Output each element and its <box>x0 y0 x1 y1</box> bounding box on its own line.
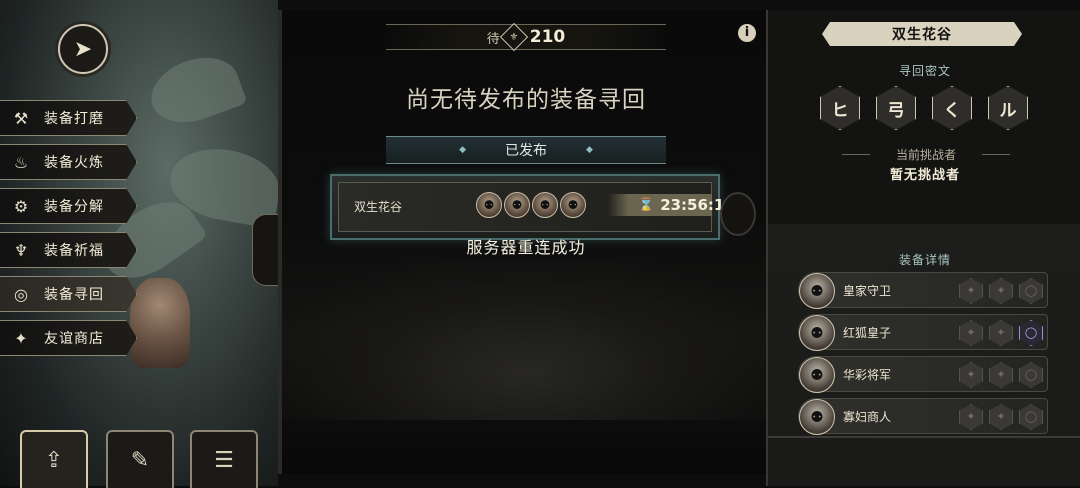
detail-row[interactable]: ⚉ 寡妇商人 ✦ ✦ ◯ <box>798 398 1048 435</box>
published-label: 已发布 <box>505 143 547 159</box>
location-plate: 双生花谷 <box>822 22 1022 46</box>
cipher-rune[interactable]: ヒ <box>820 86 860 130</box>
sword-slot-icon[interactable]: ✦ <box>959 278 983 304</box>
flame-icon: ♨ <box>13 152 29 172</box>
side-menu: ⚒ 装备打磨 ♨ 装备火炼 ⚙ 装备分解 ♆ 装备祈福 ◎ 装备寻回 ✦ 友谊商… <box>0 100 140 364</box>
sword-slot-icon[interactable]: ✦ <box>959 362 983 388</box>
character-avatar: ⚉ <box>799 273 835 309</box>
armor-slot-icon[interactable]: ✦ <box>989 278 1013 304</box>
character-avatar: ⚉ <box>560 192 586 218</box>
menu-item-label: 装备寻回 <box>44 287 104 303</box>
menu-item-label: 友谊商店 <box>44 331 104 347</box>
ring-slot-icon[interactable]: ◯ <box>1019 404 1043 430</box>
retrieve-icon: ◎ <box>14 284 28 304</box>
cipher-rune[interactable]: ル <box>988 86 1028 130</box>
back-arrow-icon: ➤ <box>73 36 93 62</box>
pool-label: 待 <box>486 31 500 47</box>
cipher-rune[interactable]: 弓 <box>876 86 916 130</box>
menu-item-label: 装备打磨 <box>44 111 104 127</box>
detail-row[interactable]: ⚉ 皇家守卫 ✦ ✦ ◯ <box>798 272 1048 309</box>
upload-button[interactable]: ⇪ <box>20 430 88 488</box>
panel-divider <box>768 436 1080 438</box>
menu-item-label: 装备火炼 <box>44 155 104 171</box>
quest-location: 双生花谷 <box>354 200 403 214</box>
sword-slot-icon[interactable]: ✦ <box>959 320 983 346</box>
menu-item-pray[interactable]: ♆ 装备祈福 <box>0 232 137 268</box>
sword-slot-icon[interactable]: ✦ <box>959 404 983 430</box>
menu-item-retrieve[interactable]: ◎ 装备寻回 <box>0 276 137 312</box>
right-panel: 双生花谷 寻回密文 ヒ 弓 く ル 当前挑战者 暂无挑战者 装备详情 ⚉ 皇家守… <box>766 10 1080 486</box>
character-name: 华彩将军 <box>843 368 892 382</box>
quest-avatars: ⚉ ⚉ ⚉ ⚉ <box>476 192 588 218</box>
toast-message: 服务器重连成功 <box>466 238 586 257</box>
list-icon: ☰ <box>214 447 234 473</box>
menu-item-polish[interactable]: ⚒ 装备打磨 <box>0 100 137 136</box>
menu-item-shop[interactable]: ✦ 友谊商店 <box>0 320 137 356</box>
location-title: 双生花谷 <box>892 27 952 43</box>
side-tab-handle[interactable] <box>252 214 281 286</box>
pool-value: 210 <box>529 27 566 47</box>
character-name: 红狐皇子 <box>843 326 892 340</box>
leaf-decoration <box>142 46 248 134</box>
character-avatar: ⚉ <box>799 357 835 393</box>
ring-slot-icon[interactable]: ◯ <box>1019 362 1043 388</box>
center-panel: 待 ⚜ 210 i 尚无待发布的装备寻回 ◆ 已发布 ◆ 双生花谷 ⚉ ⚉ ⚉ … <box>278 10 774 474</box>
info-button[interactable]: i <box>738 24 756 42</box>
armor-slot-icon[interactable]: ✦ <box>989 320 1013 346</box>
decompose-icon: ⚙ <box>13 196 29 216</box>
detail-row[interactable]: ⚉ 红狐皇子 ✦ ✦ ◯ <box>798 314 1048 351</box>
character-avatar: ⚉ <box>532 192 558 218</box>
challenger-title: 当前挑战者 <box>842 146 1010 163</box>
details-list: ⚉ 皇家守卫 ✦ ✦ ◯ ⚉ 红狐皇子 ✦ ✦ ◯ ⚉ 华彩将军 ✦ ✦ ◯ ⚉… <box>798 272 1048 440</box>
menu-item-label: 装备分解 <box>44 199 104 215</box>
feather-button[interactable]: ✎ <box>106 430 174 488</box>
challenger-value: 暂无挑战者 <box>889 168 960 183</box>
hammer-icon: ⚒ <box>13 108 29 128</box>
ring-slot-icon[interactable]: ◯ <box>1019 320 1043 346</box>
character-name: 皇家守卫 <box>843 284 892 298</box>
quest-timer: ⌛ 23:56:15 <box>608 194 735 216</box>
character-avatar: ⚉ <box>504 192 530 218</box>
menu-item-forge[interactable]: ♨ 装备火炼 <box>0 144 137 180</box>
character-avatar: ⚉ <box>799 315 835 351</box>
cipher-title: 寻回密文 <box>898 64 951 78</box>
upload-icon: ⇪ <box>44 447 64 473</box>
character-avatar: ⚉ <box>476 192 502 218</box>
feather-icon: ✎ <box>130 447 150 473</box>
details-title: 装备详情 <box>898 253 951 267</box>
character-name: 寡妇商人 <box>843 410 892 424</box>
diamond-icon: ◆ <box>459 145 466 155</box>
empty-message: 尚无待发布的装备寻回 <box>406 87 646 113</box>
back-button[interactable]: ➤ <box>58 24 108 74</box>
emblem-decoration <box>720 192 756 236</box>
diamond-icon: ◆ <box>586 145 593 155</box>
fox-icon: ✦ <box>14 328 28 348</box>
armor-slot-icon[interactable]: ✦ <box>989 404 1013 430</box>
menu-item-label: 装备祈福 <box>44 243 104 259</box>
list-button[interactable]: ☰ <box>190 430 258 488</box>
character-avatar: ⚉ <box>799 399 835 435</box>
ring-slot-icon[interactable]: ◯ <box>1019 278 1043 304</box>
published-header: ◆ 已发布 ◆ <box>386 136 666 164</box>
pray-icon: ♆ <box>13 240 29 260</box>
menu-item-decompose[interactable]: ⚙ 装备分解 <box>0 188 137 224</box>
cipher-row: ヒ 弓 く ル <box>820 86 1044 130</box>
cipher-rune[interactable]: く <box>932 86 972 130</box>
armor-slot-icon[interactable]: ✦ <box>989 362 1013 388</box>
center-background <box>282 260 770 420</box>
hourglass-icon: ⌛ <box>638 197 655 213</box>
pool-counter: 待 ⚜ 210 <box>386 22 666 52</box>
published-quest-card[interactable]: 双生花谷 ⚉ ⚉ ⚉ ⚉ ⌛ 23:56:15 <box>330 174 735 240</box>
detail-row[interactable]: ⚉ 华彩将军 ✦ ✦ ◯ <box>798 356 1048 393</box>
crest-icon: ⚜ <box>499 22 528 52</box>
